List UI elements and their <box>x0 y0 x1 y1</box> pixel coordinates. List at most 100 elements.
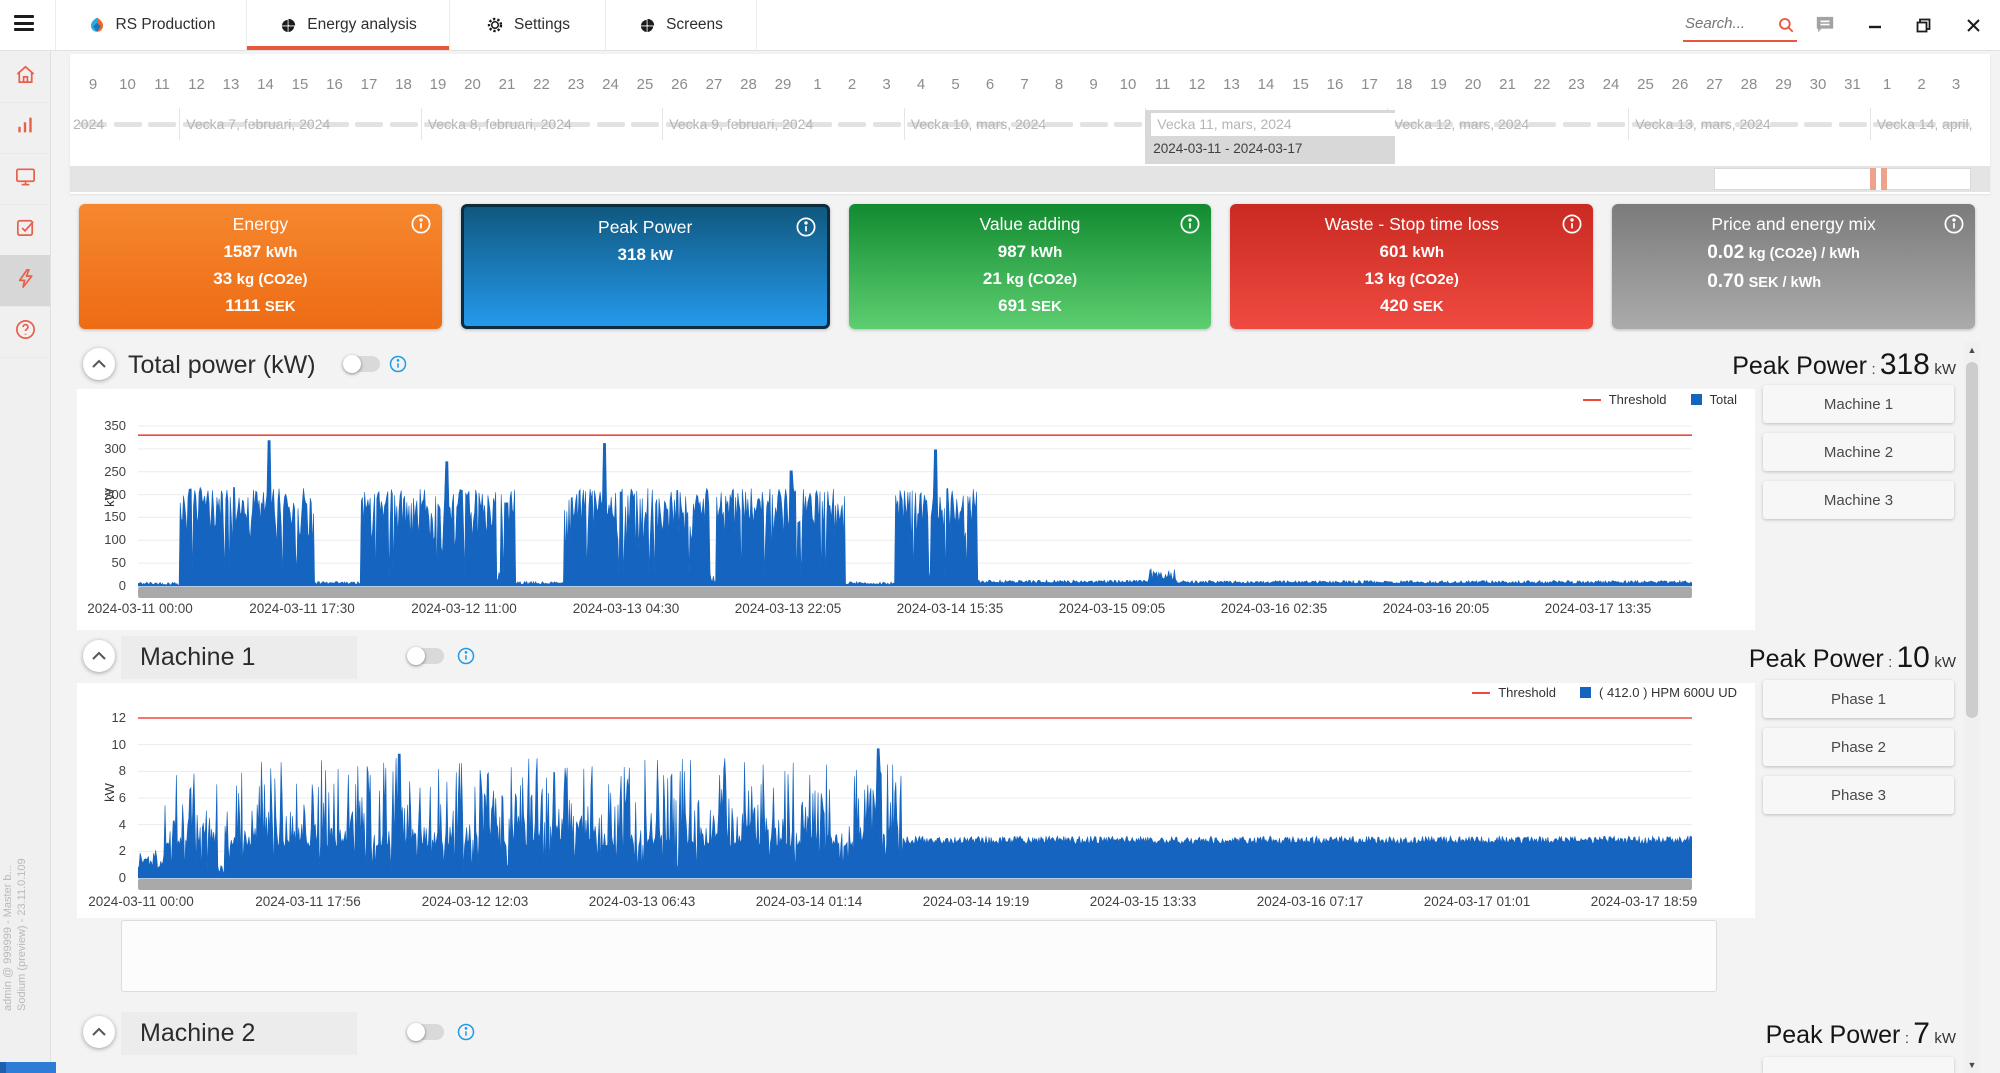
timeline-day[interactable]: 1 <box>813 76 821 93</box>
timeline-day[interactable]: 10 <box>1120 76 1137 93</box>
timeline-day[interactable]: 9 <box>89 76 97 93</box>
timeline-day[interactable]: 21 <box>499 76 516 93</box>
machine2-info-icon[interactable] <box>457 1023 475 1046</box>
info-icon[interactable] <box>1179 213 1201 240</box>
timeline-day[interactable]: 11 <box>1155 76 1171 93</box>
timeline-day[interactable]: 12 <box>1189 76 1206 93</box>
total-power-info-icon[interactable] <box>389 355 407 378</box>
info-icon[interactable] <box>1943 213 1965 240</box>
timeline-day[interactable]: 18 <box>395 76 412 93</box>
timeline-day[interactable]: 21 <box>1499 76 1516 93</box>
collapse-total-power-button[interactable] <box>83 348 115 380</box>
feedback-chat-icon[interactable] <box>1812 12 1838 38</box>
timeline-scrollbar[interactable] <box>70 166 1990 192</box>
search-field[interactable] <box>1683 10 1797 42</box>
timeline-week-label[interactable]: Vecka 10, mars, 2024 <box>911 116 1046 132</box>
timeline-day[interactable]: 20 <box>1465 76 1482 93</box>
timeline-day[interactable]: 10 <box>119 76 136 93</box>
timeline-day[interactable]: 31 <box>1844 76 1861 93</box>
machine1-legend[interactable]: Threshold ( 412.0 ) HPM 600U UD <box>1472 685 1737 700</box>
timeline-day[interactable]: 11 <box>154 76 170 93</box>
total-power-legend[interactable]: Threshold Total <box>1583 392 1737 407</box>
timeline-selection-handle[interactable] <box>1870 168 1887 190</box>
timeline-day[interactable]: 14 <box>1258 76 1275 93</box>
timeline-day[interactable]: 27 <box>1706 76 1723 93</box>
timeline-week-label[interactable]: Vecka 13, mars, 2024 <box>1635 116 1770 132</box>
timeline-day[interactable]: 18 <box>1396 76 1413 93</box>
machine-1-chart-plot[interactable] <box>138 710 1692 880</box>
tab-rs-production[interactable]: RS Production <box>55 0 247 50</box>
info-icon[interactable] <box>1561 213 1583 240</box>
timeline-week-label[interactable]: Vecka 12, mars, 2024 <box>1394 116 1529 132</box>
timeline-day[interactable]: 3 <box>882 76 890 93</box>
search-input[interactable] <box>1683 10 1771 32</box>
timeline-day[interactable]: 30 <box>1810 76 1827 93</box>
tab-settings[interactable]: Settings <box>449 0 606 50</box>
timeline-day[interactable]: 13 <box>1223 76 1240 93</box>
timeline-day[interactable]: 23 <box>568 76 585 93</box>
timeline-day[interactable]: 3 <box>1952 76 1960 93</box>
timeline-day[interactable]: 4 <box>917 76 925 93</box>
timeline-day[interactable]: 2 <box>1917 76 1925 93</box>
info-icon[interactable] <box>410 213 432 240</box>
select-button-phase-1[interactable]: Phase 1 <box>1763 680 1954 718</box>
scrollbar-thumb[interactable] <box>1966 362 1978 718</box>
timeline-day[interactable]: 9 <box>1089 76 1097 93</box>
timeline-week-label[interactable]: Vecka 7, februari, 2024 <box>186 116 330 132</box>
timeline-day[interactable]: 14 <box>257 76 274 93</box>
timeline-day[interactable]: 5 <box>951 76 959 93</box>
timeline-day[interactable]: 16 <box>326 76 343 93</box>
machine1-toggle[interactable] <box>408 648 444 664</box>
kpi-card-peak-power[interactable]: Peak Power318 kW <box>461 204 830 329</box>
timeline-day[interactable]: 26 <box>671 76 688 93</box>
timeline-week-label[interactable]: 2024 <box>73 116 104 132</box>
scroll-down-icon[interactable]: ▼ <box>1964 1057 1980 1073</box>
select-button-machine-2[interactable]: Machine 2 <box>1763 433 1954 471</box>
close-button[interactable] <box>1960 12 1986 38</box>
timeline-day[interactable]: 8 <box>1055 76 1063 93</box>
timeline-week-label[interactable]: Vecka 14, april, <box>1877 116 1973 132</box>
select-button-machine-3[interactable]: Machine 3 <box>1763 481 1954 519</box>
timeline-day[interactable]: 12 <box>188 76 205 93</box>
select-button-machine-1[interactable]: Machine 1 <box>1763 385 1954 423</box>
timeline-day[interactable]: 28 <box>740 76 757 93</box>
kpi-card-value-adding[interactable]: Value adding987 kWh21 kg (CO2e)691 SEK <box>849 204 1212 329</box>
timeline-day[interactable]: 23 <box>1568 76 1585 93</box>
timeline-week-label[interactable]: Vecka 9, februari, 2024 <box>669 116 813 132</box>
timeline-day[interactable]: 27 <box>706 76 723 93</box>
timeline-day[interactable]: 7 <box>1020 76 1028 93</box>
kpi-card-price-and-energy-mix[interactable]: Price and energy mix0.02 kg (CO2e) / kWh… <box>1612 204 1975 329</box>
restore-button[interactable] <box>1910 12 1936 38</box>
search-icon[interactable] <box>1777 16 1795 39</box>
timeline-day[interactable]: 13 <box>223 76 240 93</box>
timeline-day[interactable]: 29 <box>775 76 792 93</box>
chart-range-bar[interactable] <box>138 879 1692 890</box>
timeline-day[interactable]: 1 <box>1883 76 1891 93</box>
timeline-day[interactable]: 16 <box>1327 76 1344 93</box>
hamburger-menu-icon[interactable] <box>14 15 34 33</box>
select-button-phase-3[interactable]: Phase 3 <box>1763 776 1954 814</box>
timeline-day[interactable]: 2 <box>848 76 856 93</box>
timeline-day[interactable]: 17 <box>1361 76 1378 93</box>
vertical-scrollbar[interactable]: ▲ ▼ <box>1964 342 1980 1073</box>
sidebar-item-energy-analysis[interactable] <box>0 255 50 307</box>
chart-range-bar[interactable] <box>138 587 1692 598</box>
week-picker-timeline[interactable]: 9101112131415161718192021222324252627282… <box>70 54 1990 194</box>
timeline-day[interactable]: 24 <box>1603 76 1620 93</box>
tab-screens[interactable]: Screens <box>605 0 757 50</box>
sidebar-item-tasks[interactable] <box>0 204 50 256</box>
sidebar-item-analytics[interactable] <box>0 102 50 154</box>
timeline-day[interactable]: 25 <box>637 76 654 93</box>
collapse-machine1-button[interactable] <box>83 640 115 672</box>
selected-week-highlight[interactable]: Vecka 11, mars, 2024 2024-03-11 - 2024-0… <box>1145 110 1395 164</box>
minimize-button[interactable] <box>1862 12 1888 38</box>
sidebar-item-home[interactable] <box>0 51 50 103</box>
timeline-day[interactable]: 22 <box>533 76 550 93</box>
timeline-day[interactable]: 29 <box>1775 76 1792 93</box>
timeline-day[interactable]: 15 <box>1292 76 1309 93</box>
sidebar-item-screens[interactable] <box>0 153 50 205</box>
total-power-chart-plot[interactable] <box>138 415 1692 588</box>
timeline-day[interactable]: 19 <box>1430 76 1447 93</box>
info-icon[interactable] <box>795 216 817 243</box>
timeline-day[interactable]: 28 <box>1741 76 1758 93</box>
